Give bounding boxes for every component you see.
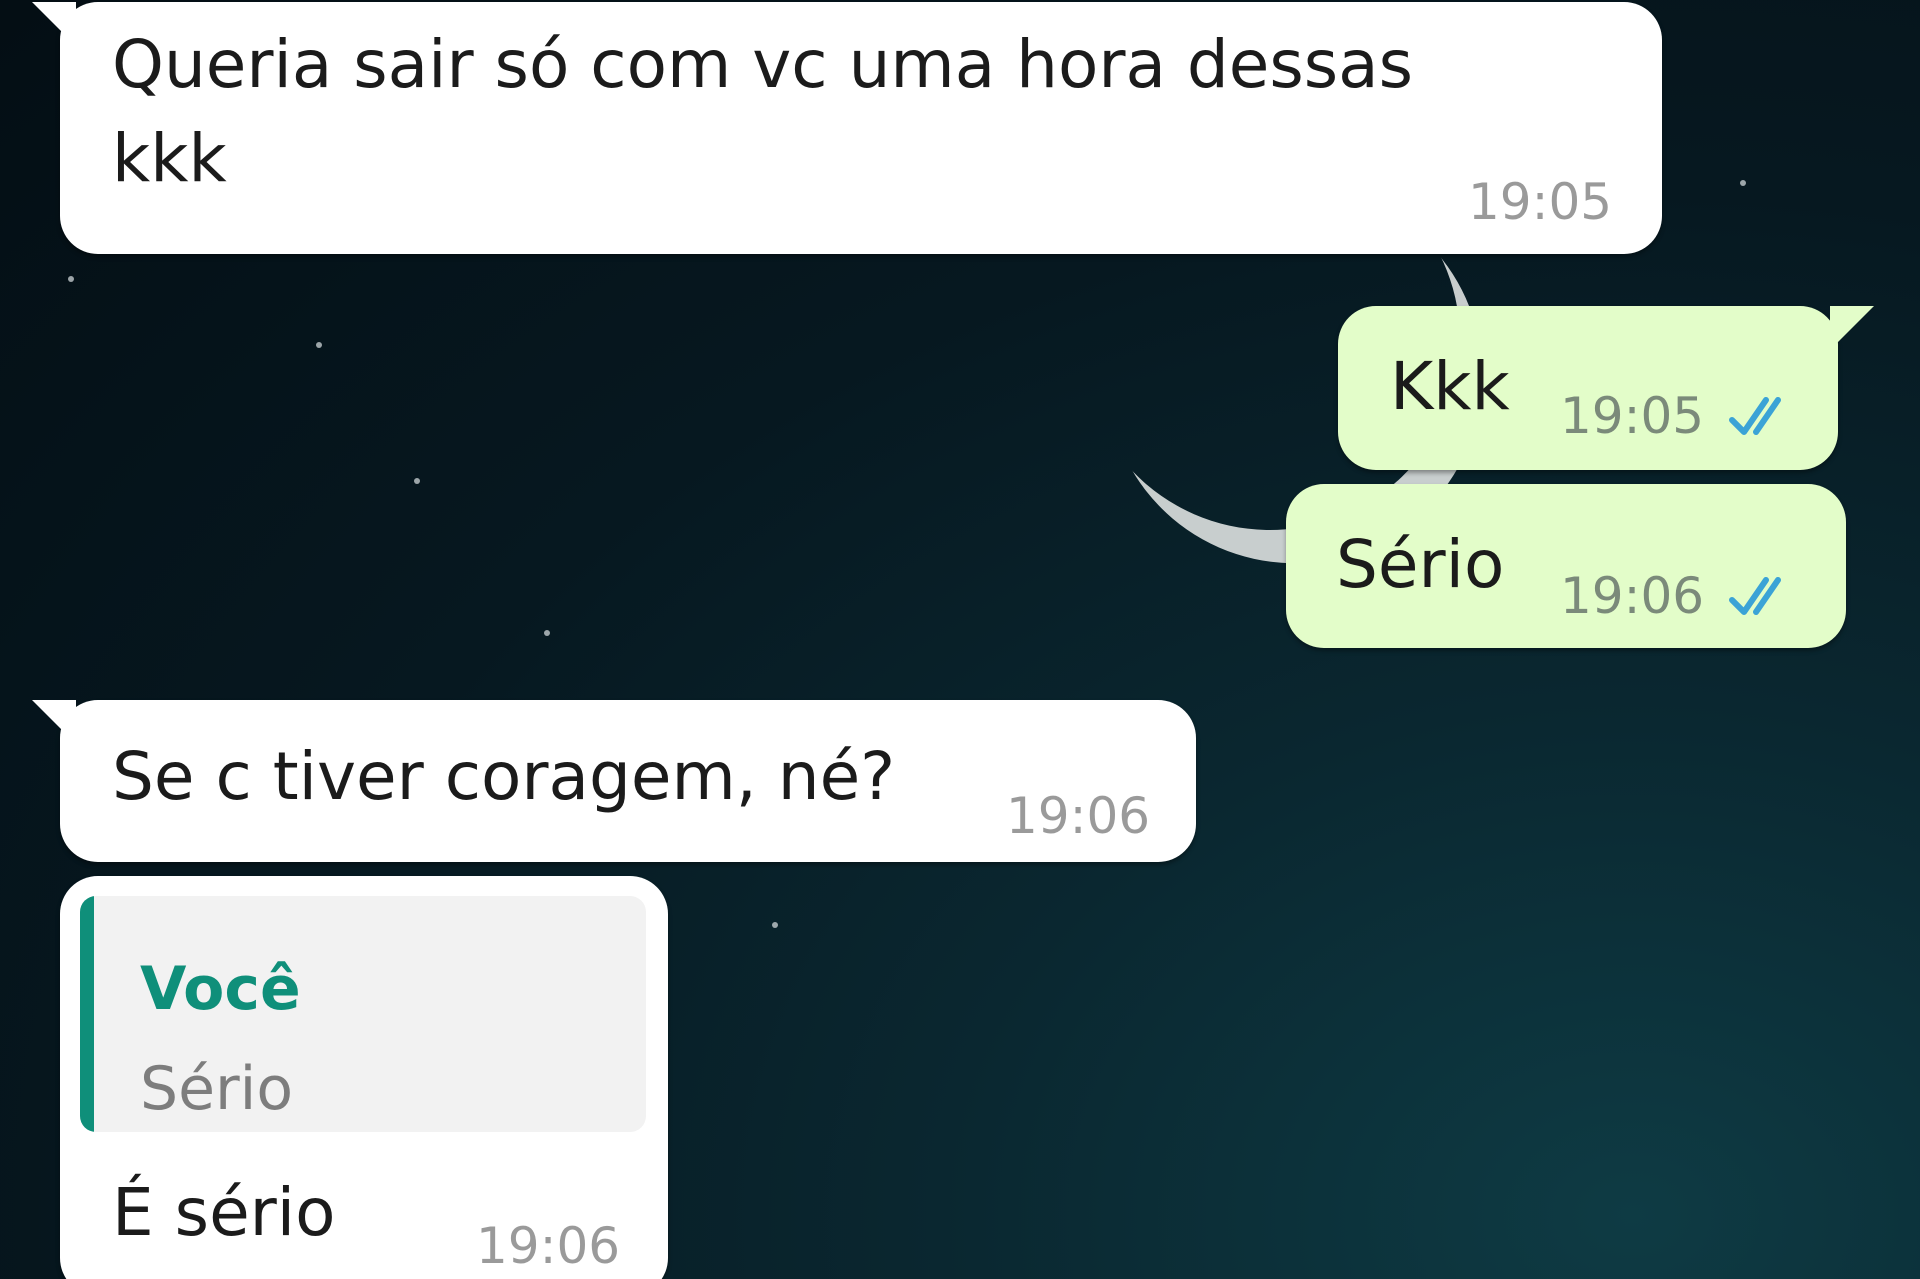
bubble-tail: [32, 700, 76, 744]
star-decoration: [316, 342, 322, 348]
chat-background: Queria sair só com vc uma hora dessas kk…: [0, 0, 1920, 1279]
star-decoration: [772, 922, 778, 928]
message-time: 19:05: [1560, 387, 1705, 445]
message-bubble-incoming[interactable]: Se c tiver coragem, né? 19:06: [32, 700, 1196, 862]
message-bubble-outgoing[interactable]: Sério 19:06: [1286, 484, 1846, 648]
quoted-message[interactable]: Você Sério: [80, 896, 646, 1132]
double-check-read-icon: [1729, 577, 1781, 615]
message-time: 19:06: [476, 1217, 621, 1275]
quoted-author: Você: [140, 954, 301, 1024]
quote-accent-bar: [80, 896, 94, 1132]
star-decoration: [414, 478, 420, 484]
message-text: É sério: [112, 1174, 336, 1251]
star-decoration: [1740, 180, 1746, 186]
message-time: 19:06: [1560, 567, 1705, 625]
message-text: Kkk: [1390, 348, 1510, 425]
star-decoration: [544, 630, 550, 636]
double-check-read-icon: [1729, 397, 1781, 435]
star-decoration: [68, 276, 74, 282]
message-bubble-incoming[interactable]: Queria sair só com vc uma hora dessas kk…: [32, 2, 1662, 254]
message-bubble-reply[interactable]: Você Sério É sério 19:06: [60, 876, 668, 1279]
message-text: Se c tiver coragem, né?: [112, 738, 896, 815]
message-time: 19:05: [1468, 173, 1613, 231]
quoted-text: Sério: [140, 1054, 294, 1124]
bubble-tail: [1830, 306, 1874, 350]
message-text: Sério: [1336, 526, 1505, 603]
message-time: 19:06: [1006, 787, 1151, 845]
message-text: Queria sair só com vc uma hora dessas kk…: [112, 26, 1413, 197]
message-bubble-outgoing[interactable]: Kkk 19:05: [1338, 306, 1874, 470]
bubble-tail: [32, 2, 76, 46]
